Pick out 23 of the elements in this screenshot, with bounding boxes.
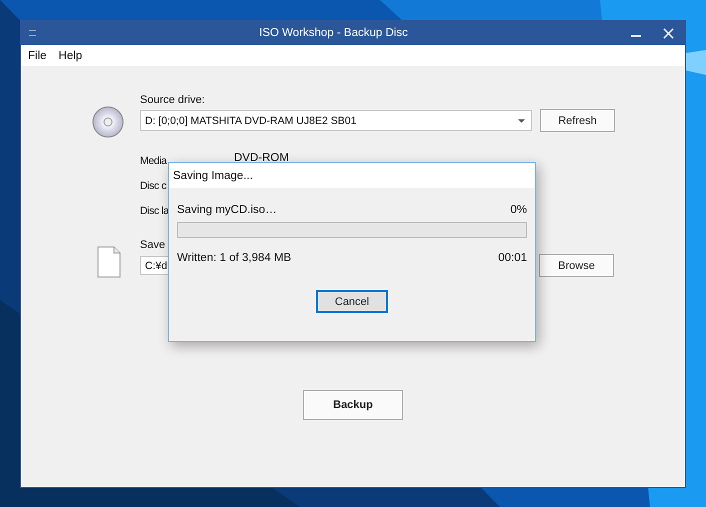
elapsed-time: 00:01	[498, 252, 527, 264]
caret-icon	[518, 118, 525, 122]
disc-icon	[92, 106, 124, 138]
window-title: ISO Workshop - Backup Disc	[258, 27, 409, 39]
written-text: Written: 1 of 3,984 MB	[177, 252, 292, 264]
backup-button[interactable]: Backup	[303, 390, 403, 420]
percent-text: 0%	[510, 204, 527, 216]
close-icon[interactable]	[663, 28, 674, 38]
source-drive-label: Source drive:	[140, 94, 206, 106]
save-label: Save	[140, 239, 166, 251]
info-value: DVD-ROM	[234, 152, 290, 164]
info-label: Disc c	[140, 180, 166, 192]
cancel-button[interactable]: Cancel	[316, 290, 388, 313]
refresh-button[interactable]: Refresh	[540, 109, 615, 132]
status-text: Saving myCD.iso…	[177, 204, 277, 216]
menu-item[interactable]: File	[27, 50, 48, 62]
info-label: Media	[140, 154, 167, 166]
dialog-title: Saving Image...	[169, 163, 535, 188]
menu-item[interactable]: Help	[58, 50, 84, 62]
browse-button[interactable]: Browse	[539, 254, 614, 277]
source-drive-dropdown[interactable]: D: [0;0;0] MATSHITA DVD-RAM UJ8E2 SB01	[140, 110, 532, 131]
menu-icon[interactable]	[29, 30, 36, 36]
file-icon	[97, 246, 121, 278]
